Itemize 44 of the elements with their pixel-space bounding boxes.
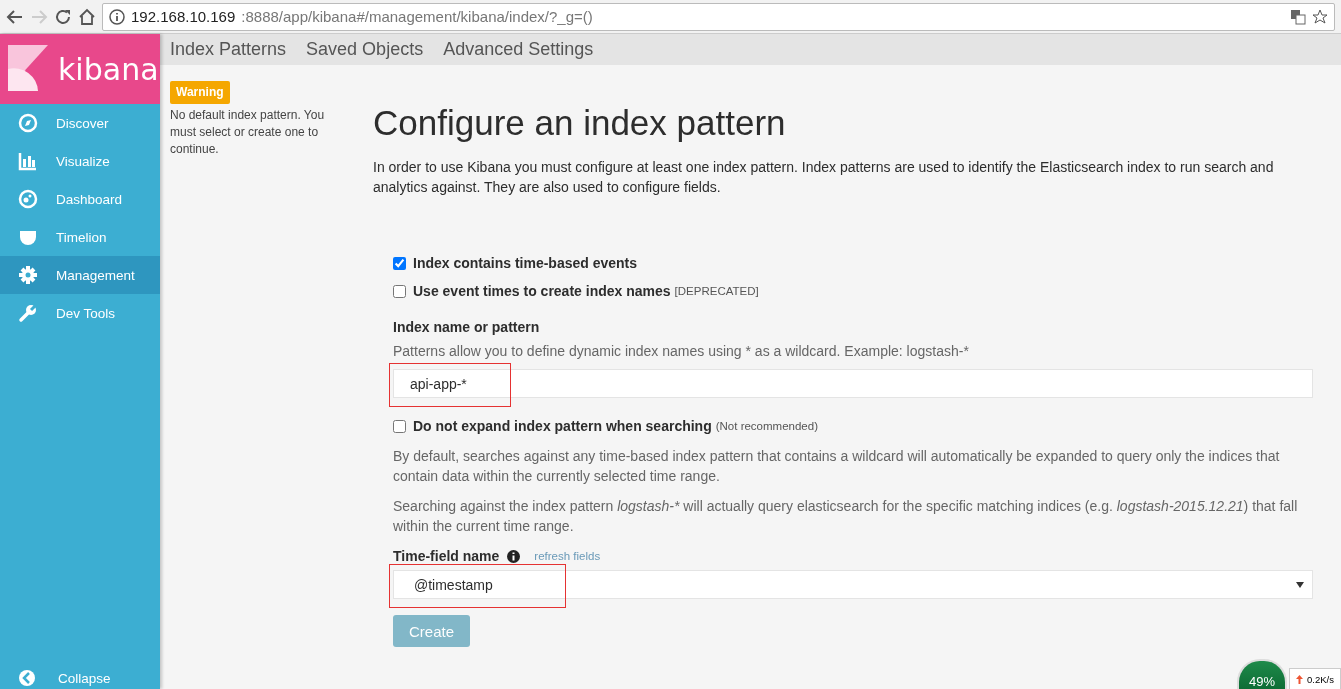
checkbox[interactable]	[393, 284, 406, 298]
url-path: :8888/app/kibana#/management/kibana/index/?_g=()	[241, 8, 593, 25]
select-field[interactable]: @timestamp	[393, 570, 1313, 599]
home-icon[interactable]	[78, 7, 96, 26]
compass-icon	[18, 113, 38, 133]
checkbox-label[interactable]: Do not expand index pattern when searching	[413, 418, 712, 434]
info-icon	[507, 549, 521, 563]
checkbox[interactable]	[393, 256, 406, 270]
dashboard-icon	[18, 189, 38, 209]
intro-text: In order to use Kibana you must configure at least one index pattern. Index patterns are used to identify the Elasticsearch index to run search and analytics against. They are also used to configure fields.	[373, 158, 1275, 197]
checkbox[interactable]	[393, 419, 406, 433]
input-field[interactable]: api-app-*	[393, 369, 1313, 398]
settings-icon	[18, 265, 38, 285]
help-text: Patterns allow you to define dynamic index names using * as a wildcard. Example: logstash-*	[393, 342, 970, 361]
upload-arrow-icon	[1296, 674, 1304, 684]
checkbox-label[interactable]: Index contains time-based events	[413, 255, 638, 271]
note-text: [DEPRECATED]	[674, 285, 759, 297]
caret-icon	[1296, 581, 1304, 588]
field-label: Time-field name	[393, 548, 500, 564]
translate-icon[interactable]	[1290, 8, 1306, 25]
back-icon[interactable]	[6, 7, 24, 26]
help-text: By default, searches against any time-based index pattern that contains a wildcard will automatically be expanded to query only the indices that contain data within the currently selected time range.	[393, 447, 1281, 486]
memory-gauge: 49%	[1237, 659, 1288, 689]
page-title: Configure an index pattern	[373, 103, 787, 143]
wrench-icon	[18, 303, 38, 323]
warning-message: No default index pattern. You must select or create one to continue.	[170, 107, 326, 158]
kibana-logo-icon	[8, 45, 48, 93]
field-label: Index name or pattern	[393, 319, 541, 335]
url-host: 192.168.10.169	[131, 8, 236, 25]
upload-speed: 0.2K/s	[1307, 673, 1334, 685]
help-text: Searching against the index pattern logstash-* will actually query elasticsearch for the specific matching indices (e.g. logstash-2015.12.21) that fall within the current time range.	[393, 497, 1299, 536]
tab[interactable]: Saved Objects	[306, 39, 424, 60]
address-bar[interactable]: 192.168.10.169 :8888/app/kibana#/management/kibana/index/?_g=()	[102, 2, 1335, 31]
checkbox-label[interactable]: Use event times to create index names	[413, 283, 671, 299]
reload-icon[interactable]	[54, 7, 72, 26]
info-icon[interactable]	[109, 8, 125, 25]
warning-badge: Warning	[170, 81, 230, 104]
bar-chart-icon	[18, 151, 38, 171]
star-icon[interactable]	[1312, 8, 1328, 25]
tab[interactable]: Advanced Settings	[443, 39, 594, 60]
note-text: (Not recommended)	[715, 420, 818, 432]
tab[interactable]: Index Patterns	[170, 39, 287, 60]
logo-text: kibana	[58, 51, 159, 87]
sidebar-item[interactable]: Management	[0, 256, 160, 294]
